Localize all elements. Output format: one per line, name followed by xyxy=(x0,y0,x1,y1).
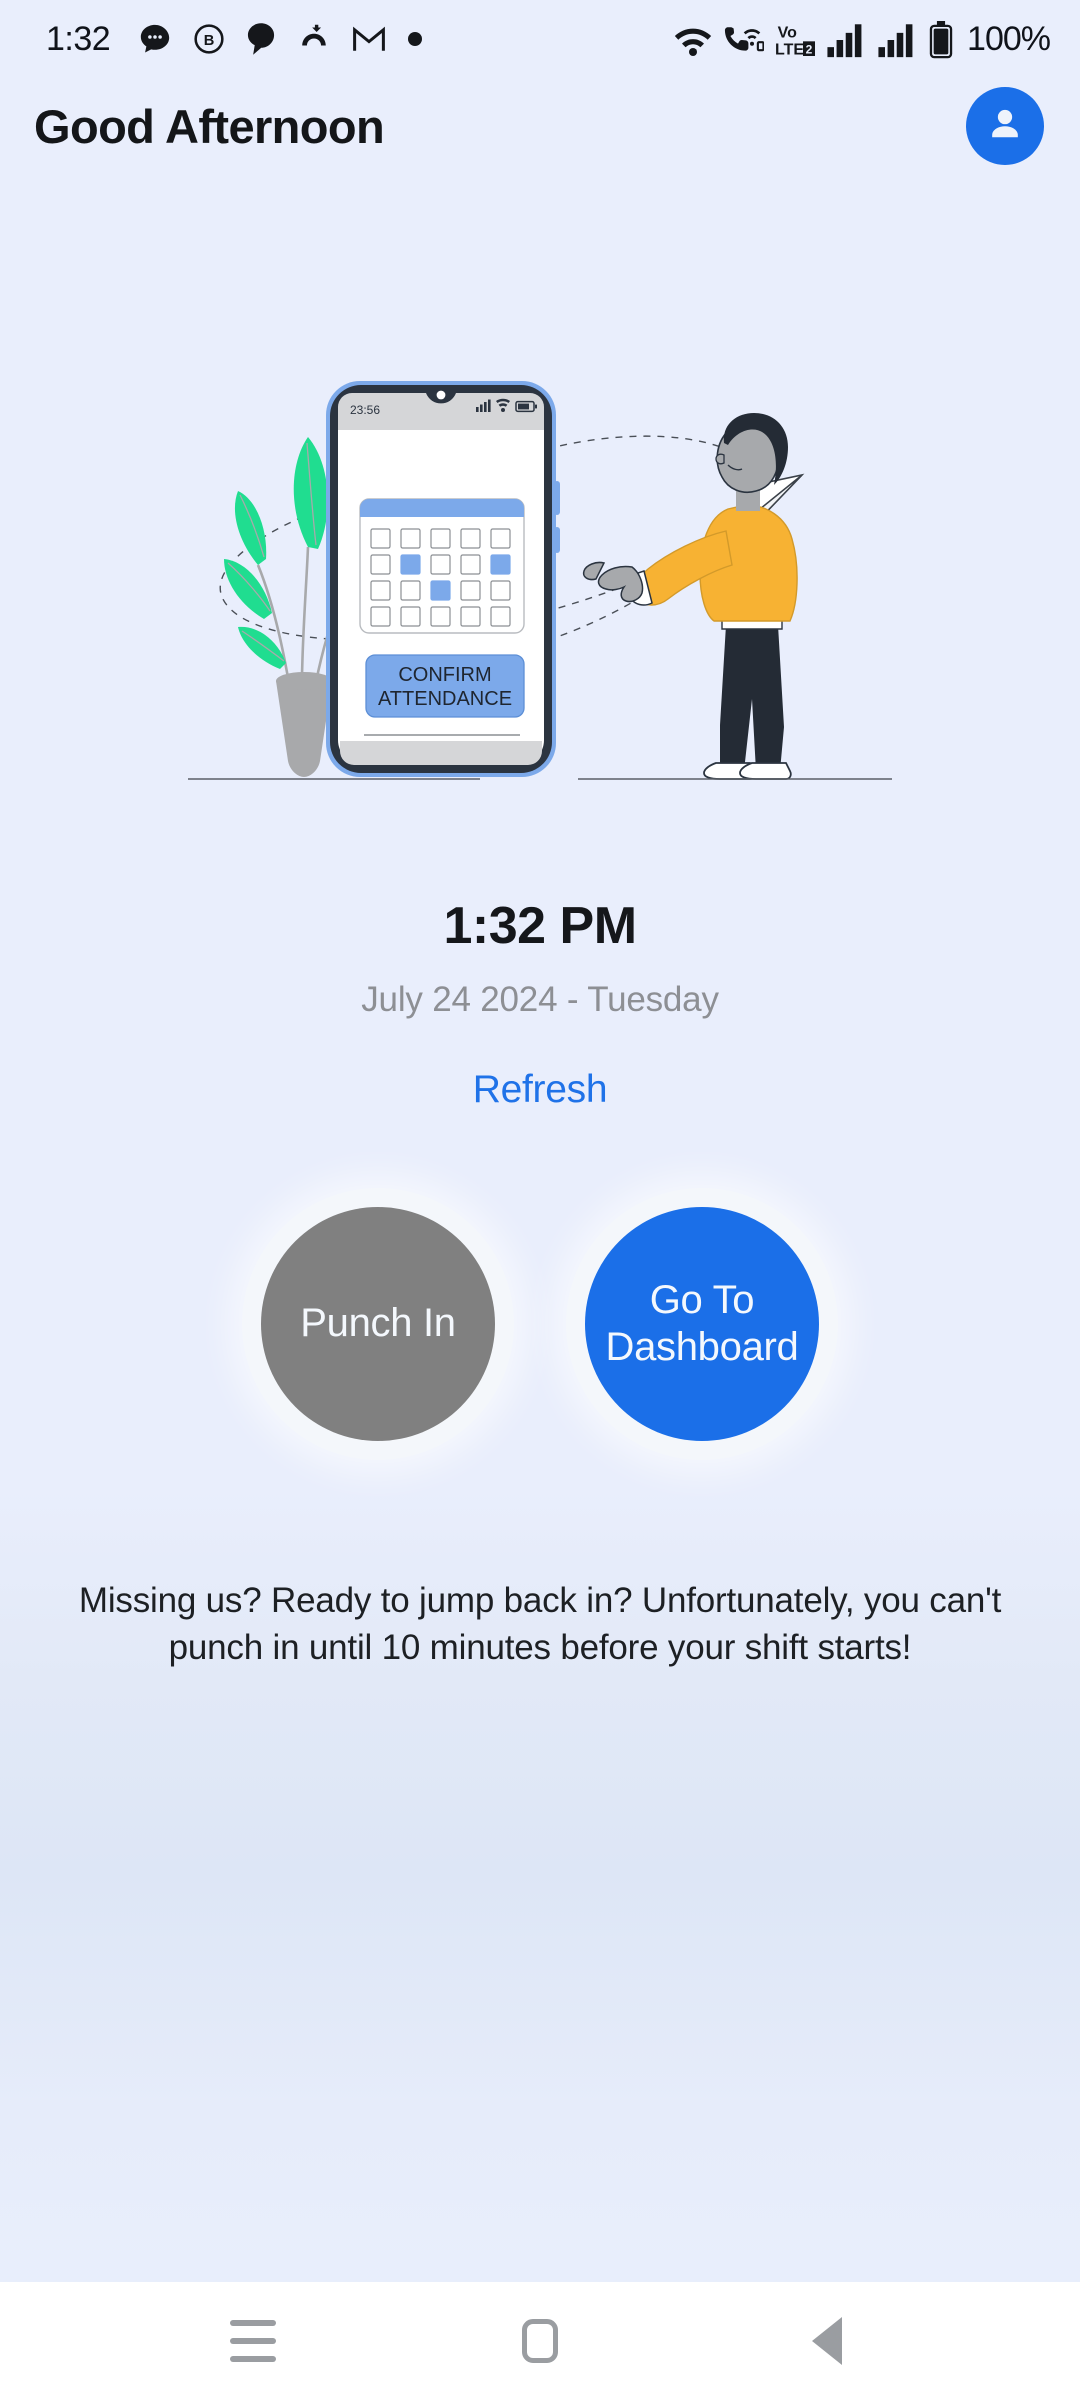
status-bar: 1:32 B Vo LTE 2 100% xyxy=(0,0,1080,78)
missed-call-icon xyxy=(297,23,331,55)
android-nav-bar xyxy=(0,2282,1080,2400)
person-icon xyxy=(983,102,1027,151)
gmail-icon xyxy=(352,24,386,54)
phone-status-time: 23:56 xyxy=(350,403,380,417)
home-button[interactable] xyxy=(495,2296,585,2386)
volte2-icon: Vo LTE 2 xyxy=(775,21,816,59)
page-title: Good Afternoon xyxy=(34,99,385,153)
clock-block: 1:32 PM July 24 2024 - Tuesday Refresh xyxy=(0,874,1080,1124)
signal-bars-sim2-icon xyxy=(877,21,917,59)
status-bar-notification-icons: B xyxy=(138,22,423,56)
dashboard-label-line2: Dashboard xyxy=(605,1325,799,1369)
dashboard-label-line1: Go To xyxy=(649,1277,755,1322)
b-circle-icon: B xyxy=(193,23,225,55)
punch-in-notice: Missing us? Ready to jump back in? Unfor… xyxy=(78,1581,1002,1667)
battery-full-icon xyxy=(928,20,954,59)
svg-text:Vo: Vo xyxy=(778,24,797,41)
signal-bars-sim1-icon xyxy=(826,21,866,59)
attendance-confirmation-illustration: 23:56 CONFIRM ATTENDANCE xyxy=(188,381,892,780)
status-bar-system-icons: Vo LTE 2 100% xyxy=(673,19,1051,59)
phone-mockup: 23:56 CONFIRM ATTENDANCE xyxy=(326,381,560,777)
current-time: 1:32 PM xyxy=(443,897,637,955)
hamburger-recents-icon xyxy=(230,2320,277,2362)
dot-icon xyxy=(407,31,423,47)
profile-avatar-button[interactable] xyxy=(966,87,1044,165)
app-header: Good Afternoon xyxy=(0,78,1080,174)
punch-in-button[interactable]: Punch In xyxy=(261,1207,495,1441)
chat-bubble-icon xyxy=(138,22,172,56)
refresh-button[interactable]: Refresh xyxy=(473,1068,608,1112)
current-date: July 24 2024 - Tuesday xyxy=(361,980,719,1019)
go-to-dashboard-button-ring: Go To Dashboard xyxy=(566,1188,838,1460)
action-button-row: Punch In Go To Dashboard xyxy=(0,1124,1080,1524)
go-to-dashboard-button[interactable]: Go To Dashboard xyxy=(585,1207,819,1441)
calendar-widget xyxy=(359,498,525,634)
confirm-attendance-button-illustration: CONFIRM ATTENDANCE xyxy=(365,654,525,718)
illustration-container: 23:56 CONFIRM ATTENDANCE xyxy=(0,174,1080,874)
battery-percentage: 100% xyxy=(967,19,1051,58)
status-bar-clock: 1:32 xyxy=(46,19,111,58)
back-button[interactable] xyxy=(782,2296,872,2386)
person-illustration xyxy=(582,413,798,780)
wifi-icon xyxy=(673,21,713,59)
wifi-calling-icon xyxy=(724,21,765,59)
svg-text:B: B xyxy=(204,33,215,49)
app-screen: 1:32 B Vo LTE 2 100% Good Afternoon 23:5… xyxy=(0,0,1080,2400)
punch-in-button-ring: Punch In xyxy=(242,1188,514,1460)
illus-button-line1: CONFIRM xyxy=(398,664,491,686)
svg-text:LTE: LTE xyxy=(775,41,804,58)
svg-text:2: 2 xyxy=(806,42,813,56)
recents-button[interactable] xyxy=(208,2296,298,2386)
illus-button-line2: ATTENDANCE xyxy=(378,688,512,710)
home-square-icon xyxy=(521,2319,558,2363)
speech-bubble-icon xyxy=(246,22,276,56)
back-triangle-icon xyxy=(811,2317,842,2365)
